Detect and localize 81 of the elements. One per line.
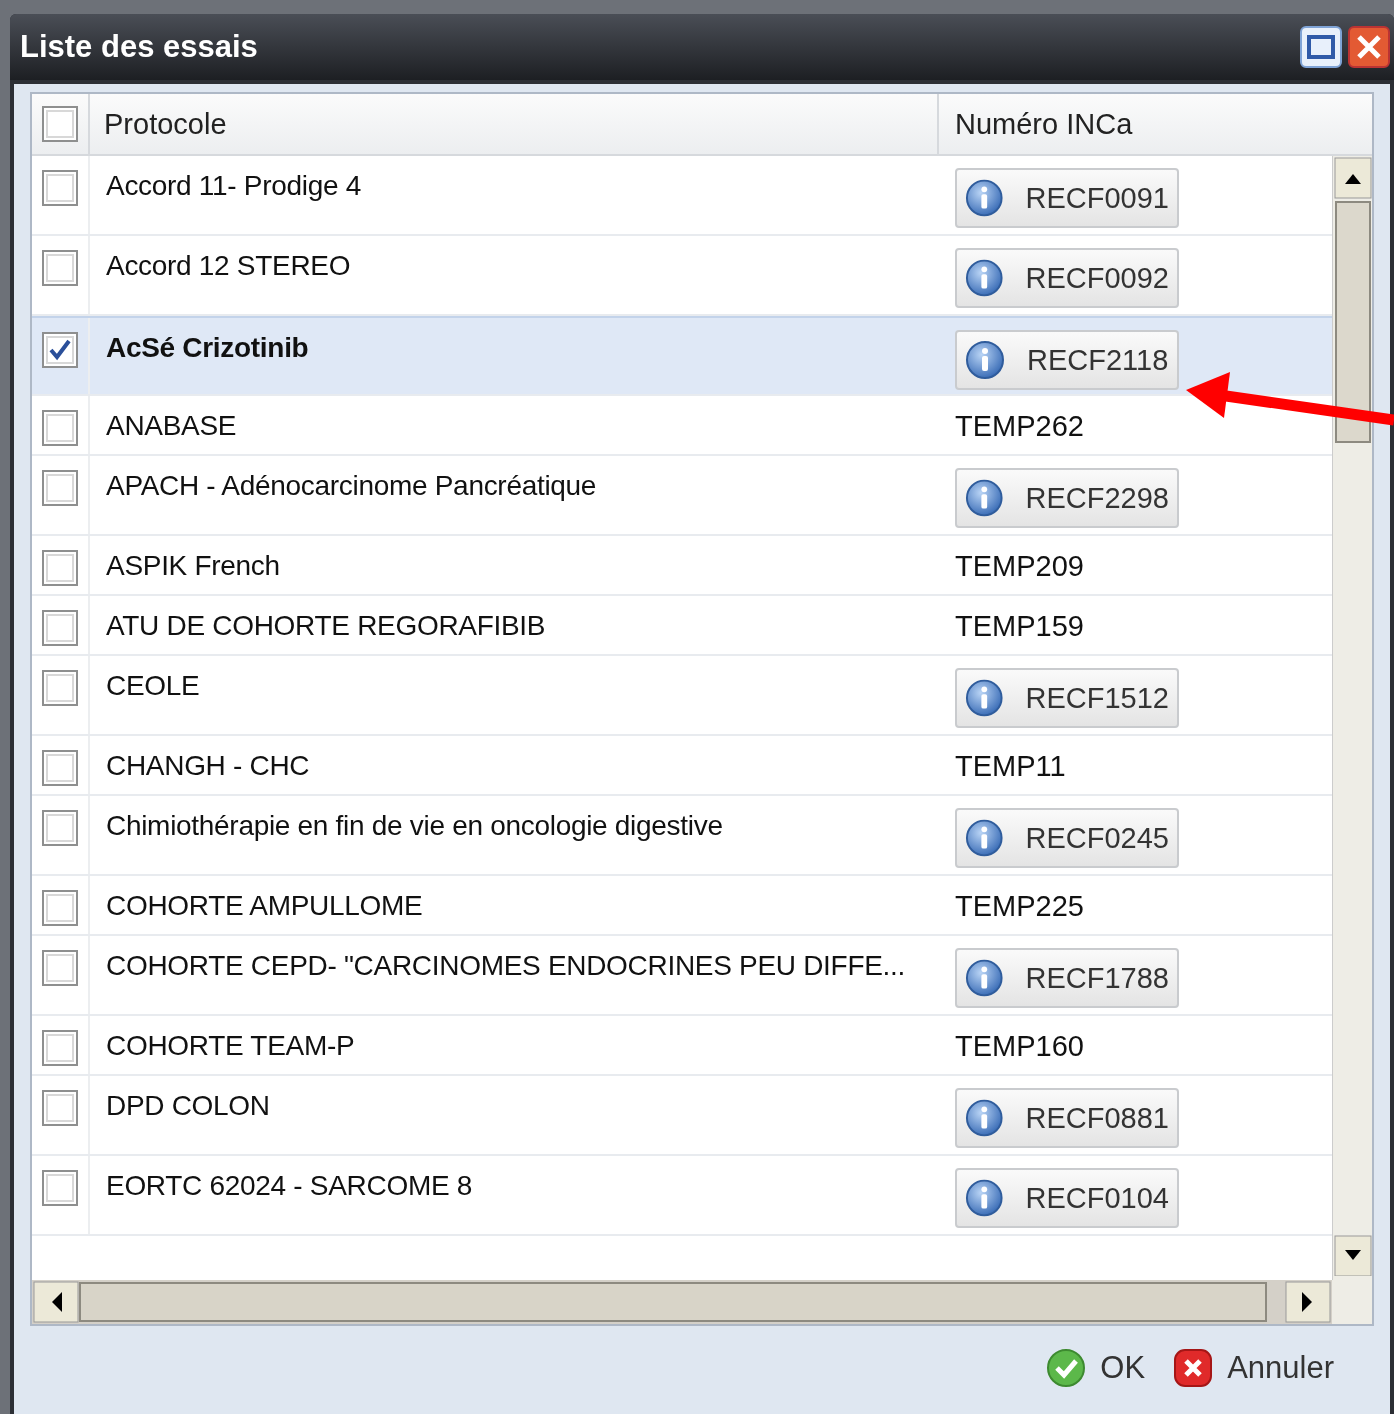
check-icon [1046,1348,1087,1388]
checkbox[interactable] [42,106,78,142]
maximize-icon[interactable] [1300,26,1342,68]
table-row[interactable]: Accord 11- Prodige 4 RECF0091 [32,156,1332,234]
table-row[interactable]: APACH - Adénocarcinome Pancréatique RECF2298 [32,456,1332,534]
close-icon [1173,1348,1214,1388]
checkbox[interactable] [42,332,78,368]
info-button[interactable]: RECF0245 [955,808,1179,868]
table-row[interactable]: AcSé Crizotinib RECF2118 [32,316,1332,394]
info-button[interactable]: RECF2298 [955,468,1179,528]
checkbox[interactable] [42,950,78,986]
info-icon [965,258,1004,298]
table-row[interactable]: Accord 12 STEREO RECF0092 [32,236,1332,314]
protocol-name: Accord 11- Prodige 4 [106,170,361,201]
info-icon [965,958,1004,998]
checkbox[interactable] [42,890,78,926]
table-row[interactable]: EORTC 62024 - SARCOME 8 RECF0104 [32,1156,1332,1234]
trial-number: TEMP262 [955,410,1084,442]
checkbox[interactable] [42,1090,78,1126]
table-row[interactable]: COHORTE AMPULLOME TEMP225 [32,876,1332,934]
protocol-name: CEOLE [106,670,200,701]
checkbox[interactable] [42,550,78,586]
checkbox[interactable] [42,750,78,786]
info-button[interactable]: RECF0881 [955,1088,1179,1148]
info-button[interactable]: RECF1788 [955,948,1179,1008]
info-icon [965,478,1004,518]
info-button[interactable]: RECF0104 [955,1168,1179,1228]
table-row[interactable]: DPD COLON RECF0881 [32,1076,1332,1154]
trial-number: TEMP209 [955,550,1084,582]
protocol-name: APACH - Adénocarcinome Pancréatique [106,470,597,501]
protocol-name: Chimiothérapie en fin de vie en oncologie digestive [106,810,723,841]
info-icon [965,678,1004,718]
horizontal-scrollbar[interactable] [32,1280,1332,1324]
table-row[interactable]: CEOLE RECF1512 [32,656,1332,734]
table-row[interactable]: ATU DE COHORTE REGORAFIBIB TEMP159 [32,596,1332,654]
trial-number: TEMP159 [955,610,1084,642]
info-button[interactable]: RECF1512 [955,668,1179,728]
table-row[interactable]: Chimiothérapie en fin de vie en oncologie digestive RECF0245 [32,796,1332,874]
column-header[interactable]: Numéro INCa [955,107,1133,141]
protocol-name: EORTC 62024 - SARCOME 8 [106,1170,473,1201]
checkbox[interactable] [42,810,78,846]
protocol-name: COHORTE AMPULLOME [106,890,423,921]
checkbox[interactable] [42,1030,78,1066]
window-title: Liste des essais [20,29,259,65]
protocol-name: CHANGH - CHC [106,750,310,781]
protocol-name: COHORTE TEAM-P [106,1030,355,1061]
protocol-name: ASPIK French [106,550,280,581]
info-icon [965,178,1004,218]
trial-number: TEMP11 [955,750,1066,782]
checkbox[interactable] [42,250,78,286]
protocol-name: Accord 12 STEREO [106,250,351,281]
info-button[interactable]: RECF0091 [955,168,1179,228]
table-row[interactable]: COHORTE CEPD- "CARCINOMES ENDOCRINES PEU DIFFE... RECF1788 [32,936,1332,1014]
protocol-name: ANABASE [106,410,237,441]
table-row[interactable]: CHANGH - CHC TEMP11 [32,736,1332,794]
trial-number: TEMP160 [955,1030,1084,1062]
info-icon [965,1098,1004,1138]
checkbox[interactable] [42,670,78,706]
info-button[interactable]: RECF0092 [955,248,1179,308]
trial-number: TEMP225 [955,890,1084,922]
info-icon [965,818,1004,858]
table-row[interactable]: ANABASE TEMP262 [32,396,1332,454]
info-icon [965,340,1005,380]
table-row[interactable]: ASPIK French TEMP209 [32,536,1332,594]
checkbox[interactable] [42,170,78,206]
protocol-name: ATU DE COHORTE REGORAFIBIB [106,610,546,641]
close-icon[interactable] [1348,26,1390,68]
checkbox[interactable] [42,470,78,506]
column-header[interactable]: Protocole [104,107,227,141]
table-row[interactable]: COHORTE TEAM-P TEMP160 [32,1016,1332,1074]
info-icon [965,1178,1004,1218]
checkbox[interactable] [42,1170,78,1206]
checkbox[interactable] [42,610,78,646]
vertical-scrollbar[interactable] [1333,156,1373,1276]
protocol-name: COHORTE CEPD- "CARCINOMES ENDOCRINES PEU DIFFE... [106,950,906,981]
info-button[interactable]: RECF2118 [955,330,1179,390]
cancel-button[interactable]: Annuler [1173,1348,1334,1388]
protocol-name: DPD COLON [106,1090,270,1121]
ok-button[interactable]: OK [1046,1348,1146,1388]
checkbox[interactable] [42,410,78,446]
protocol-name: AcSé Crizotinib [106,332,309,363]
